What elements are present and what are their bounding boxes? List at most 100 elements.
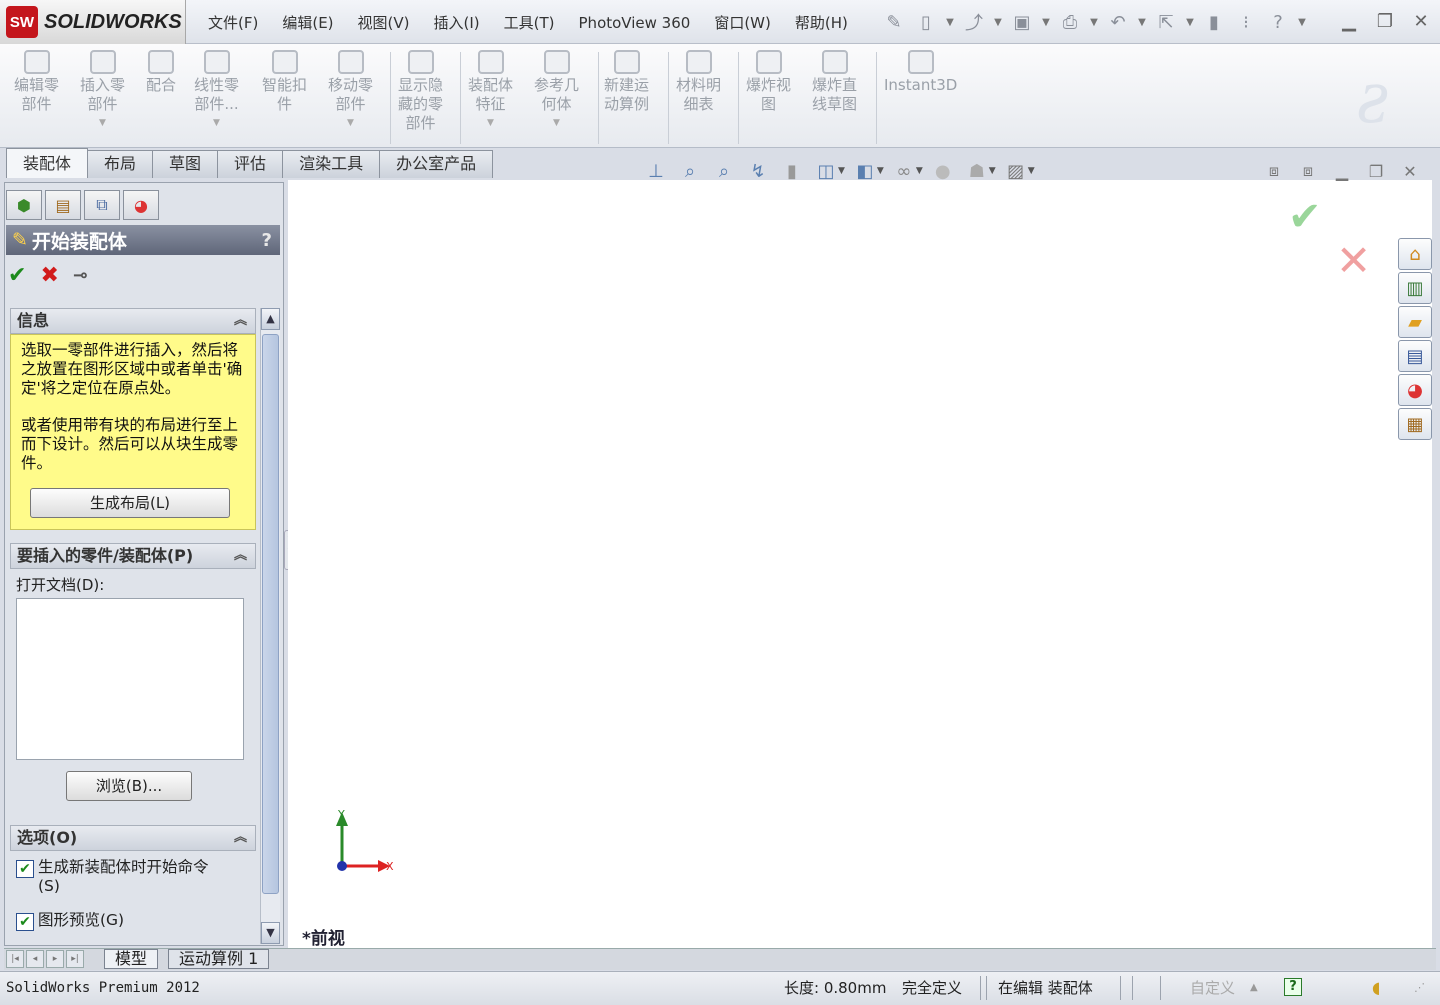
appearances-icon[interactable]: ◕ [1398,374,1432,406]
command-8[interactable]: 参考几 何体 ▼ [534,50,579,146]
tile-2-icon[interactable]: ⧈ [1294,158,1322,184]
pushpin-icon[interactable]: ⊸ [73,262,88,290]
command-13[interactable]: Instant3D [884,50,957,146]
menu-window[interactable]: 窗口(W) [702,8,783,38]
command-12[interactable]: 爆炸直 线草图 [812,50,857,146]
info-group-header[interactable]: 信息 ︽ [10,308,256,334]
open-dropdown-icon[interactable]: ▼ [992,17,1004,28]
insert-group-header[interactable]: 要插入的零件/装配体(P) ︽ [10,543,256,569]
start-command-checkbox[interactable]: ✔ [16,860,34,878]
menu-help[interactable]: 帮助(H) [783,8,860,38]
last-tab-icon[interactable]: ▸| [66,950,84,968]
scroll-thumb[interactable] [262,334,279,894]
command-dropdown-icon[interactable]: ▼ [347,114,354,133]
graphics-preview-checkbox[interactable]: ✔ [16,913,34,931]
command-0[interactable]: 编辑零 部件 [14,50,59,146]
cancel-x-icon[interactable]: ✖ [40,262,58,290]
doc-minimize-icon[interactable]: ▁ [1328,158,1356,184]
command-10[interactable]: 材料明 细表 [676,50,721,146]
dropdown-icon[interactable]: ▼ [877,166,884,176]
doc-restore-icon[interactable]: ❐ [1362,158,1390,184]
menu-edit[interactable]: 编辑(E) [270,8,345,38]
save-dropdown-icon[interactable]: ▼ [1040,17,1052,28]
edit-appearance-icon[interactable]: ● [927,156,959,186]
dropdown-icon[interactable]: ▼ [1028,166,1035,176]
open-documents-list[interactable] [16,598,244,760]
graphics-area[interactable] [288,180,1432,948]
confirmation-cancel-icon[interactable]: ✕ [1336,236,1371,285]
command-4[interactable]: 智能扣件 [262,50,307,146]
menu-insert[interactable]: 插入(I) [422,8,492,38]
rebuild-icon[interactable]: ▮ [1200,7,1228,37]
command-dropdown-icon[interactable]: ▼ [487,114,494,133]
new-document-icon[interactable]: ▯ [912,7,940,37]
tab-layout[interactable]: 布局 [87,150,154,178]
zoom-to-area-icon[interactable]: ⌕ [708,156,740,186]
command-6[interactable]: 显示隐 藏的零 部件 [398,50,443,146]
zoom-to-fit-icon[interactable]: ⌕ [674,156,706,186]
print-icon[interactable]: ⎙ [1056,7,1084,37]
display-manager-icon[interactable]: ◕ [123,190,159,220]
tab-assembly[interactable]: 装配体 [6,148,89,178]
tab-motion-study-1[interactable]: 运动算例 1 [168,949,270,969]
panel-help-button[interactable]: ? [262,230,272,251]
tab-sketch[interactable]: 草图 [152,150,219,178]
minimize-icon[interactable]: ▁ [1334,6,1364,36]
new-dropdown-icon[interactable]: ▼ [944,17,956,28]
command-7[interactable]: 装配体 特征 ▼ [468,50,513,146]
configuration-manager-icon[interactable]: ⧉ [84,190,120,220]
solidworks-logo[interactable]: SW SOLIDWORKS [0,0,186,44]
options-group-header[interactable]: 选项(O) ︽ [10,825,256,851]
close-icon[interactable]: ✕ [1406,6,1436,36]
create-layout-button[interactable]: 生成布局(L) [30,488,230,518]
menu-photoview[interactable]: PhotoView 360 [567,8,703,38]
next-tab-icon[interactable]: ▸ [46,950,64,968]
command-dropdown-icon[interactable]: ▼ [99,114,106,133]
panel-scrollbar[interactable]: ▲ ▼ [260,308,280,944]
confirmation-ok-icon[interactable]: ✔ [1288,194,1322,240]
tab-office-products[interactable]: 办公室产品 [379,150,494,178]
section-view-icon[interactable]: ▮ [776,156,808,186]
feature-tree-icon[interactable]: ⬢ [6,190,42,220]
scroll-down-icon[interactable]: ▼ [261,922,280,944]
save-icon[interactable]: ▣ [1008,7,1036,37]
command-dropdown-icon[interactable]: ▼ [213,114,220,133]
help-icon[interactable]: ? [1264,7,1292,37]
collapse-icon[interactable]: ︽ [234,309,247,333]
dropdown-icon[interactable]: ▼ [916,166,923,176]
command-5[interactable]: 移动零 部件 ▼ [328,50,373,146]
select-dropdown-icon[interactable]: ▼ [1184,17,1196,28]
status-custom-dropdown-icon[interactable]: ▲ [1250,976,1258,1000]
dropdown-icon[interactable]: ▼ [838,166,845,176]
design-library-icon[interactable]: ▥ [1398,272,1432,304]
file-explorer-icon[interactable]: ▰ [1398,306,1432,338]
menu-file[interactable]: 文件(F) [196,8,270,38]
menu-tools[interactable]: 工具(T) [492,8,567,38]
ok-check-icon[interactable]: ✔ [8,262,26,290]
pin-icon[interactable]: ✎ [880,7,908,37]
previous-view-icon[interactable]: ↯ [742,156,774,186]
prev-tab-icon[interactable]: ◂ [26,950,44,968]
command-9[interactable]: 新建运 动算例 [604,50,649,146]
menu-view[interactable]: 视图(V) [346,8,422,38]
tab-render-tools[interactable]: 渲染工具 [282,150,381,178]
collapse-icon[interactable]: ︽ [234,544,247,568]
restore-icon[interactable]: ❐ [1370,6,1400,36]
tab-evaluate[interactable]: 评估 [217,150,284,178]
undo-dropdown-icon[interactable]: ▼ [1136,17,1148,28]
doc-close-icon[interactable]: ✕ [1396,158,1424,184]
reference-triad-icon[interactable]: ⊥ [640,156,672,186]
command-11[interactable]: 爆炸视图 [746,50,791,146]
print-dropdown-icon[interactable]: ▼ [1088,17,1100,28]
option-graphics-preview[interactable]: ✔ 图形预览(G) [16,911,124,931]
browse-button[interactable]: 浏览(B)... [66,771,192,801]
status-help-icon[interactable]: ? [1284,978,1302,996]
select-icon[interactable]: ⇱ [1152,7,1180,37]
command-3[interactable]: 线性零 部件... ▼ [194,50,239,146]
tab-model[interactable]: 模型 [104,949,159,969]
scroll-up-icon[interactable]: ▲ [261,308,280,330]
open-icon[interactable]: ⤴ [960,7,988,37]
status-custom[interactable]: 自定义 [1190,976,1235,1000]
custom-properties-icon[interactable]: ▦ [1398,408,1432,440]
undo-icon[interactable]: ↶ [1104,7,1132,37]
